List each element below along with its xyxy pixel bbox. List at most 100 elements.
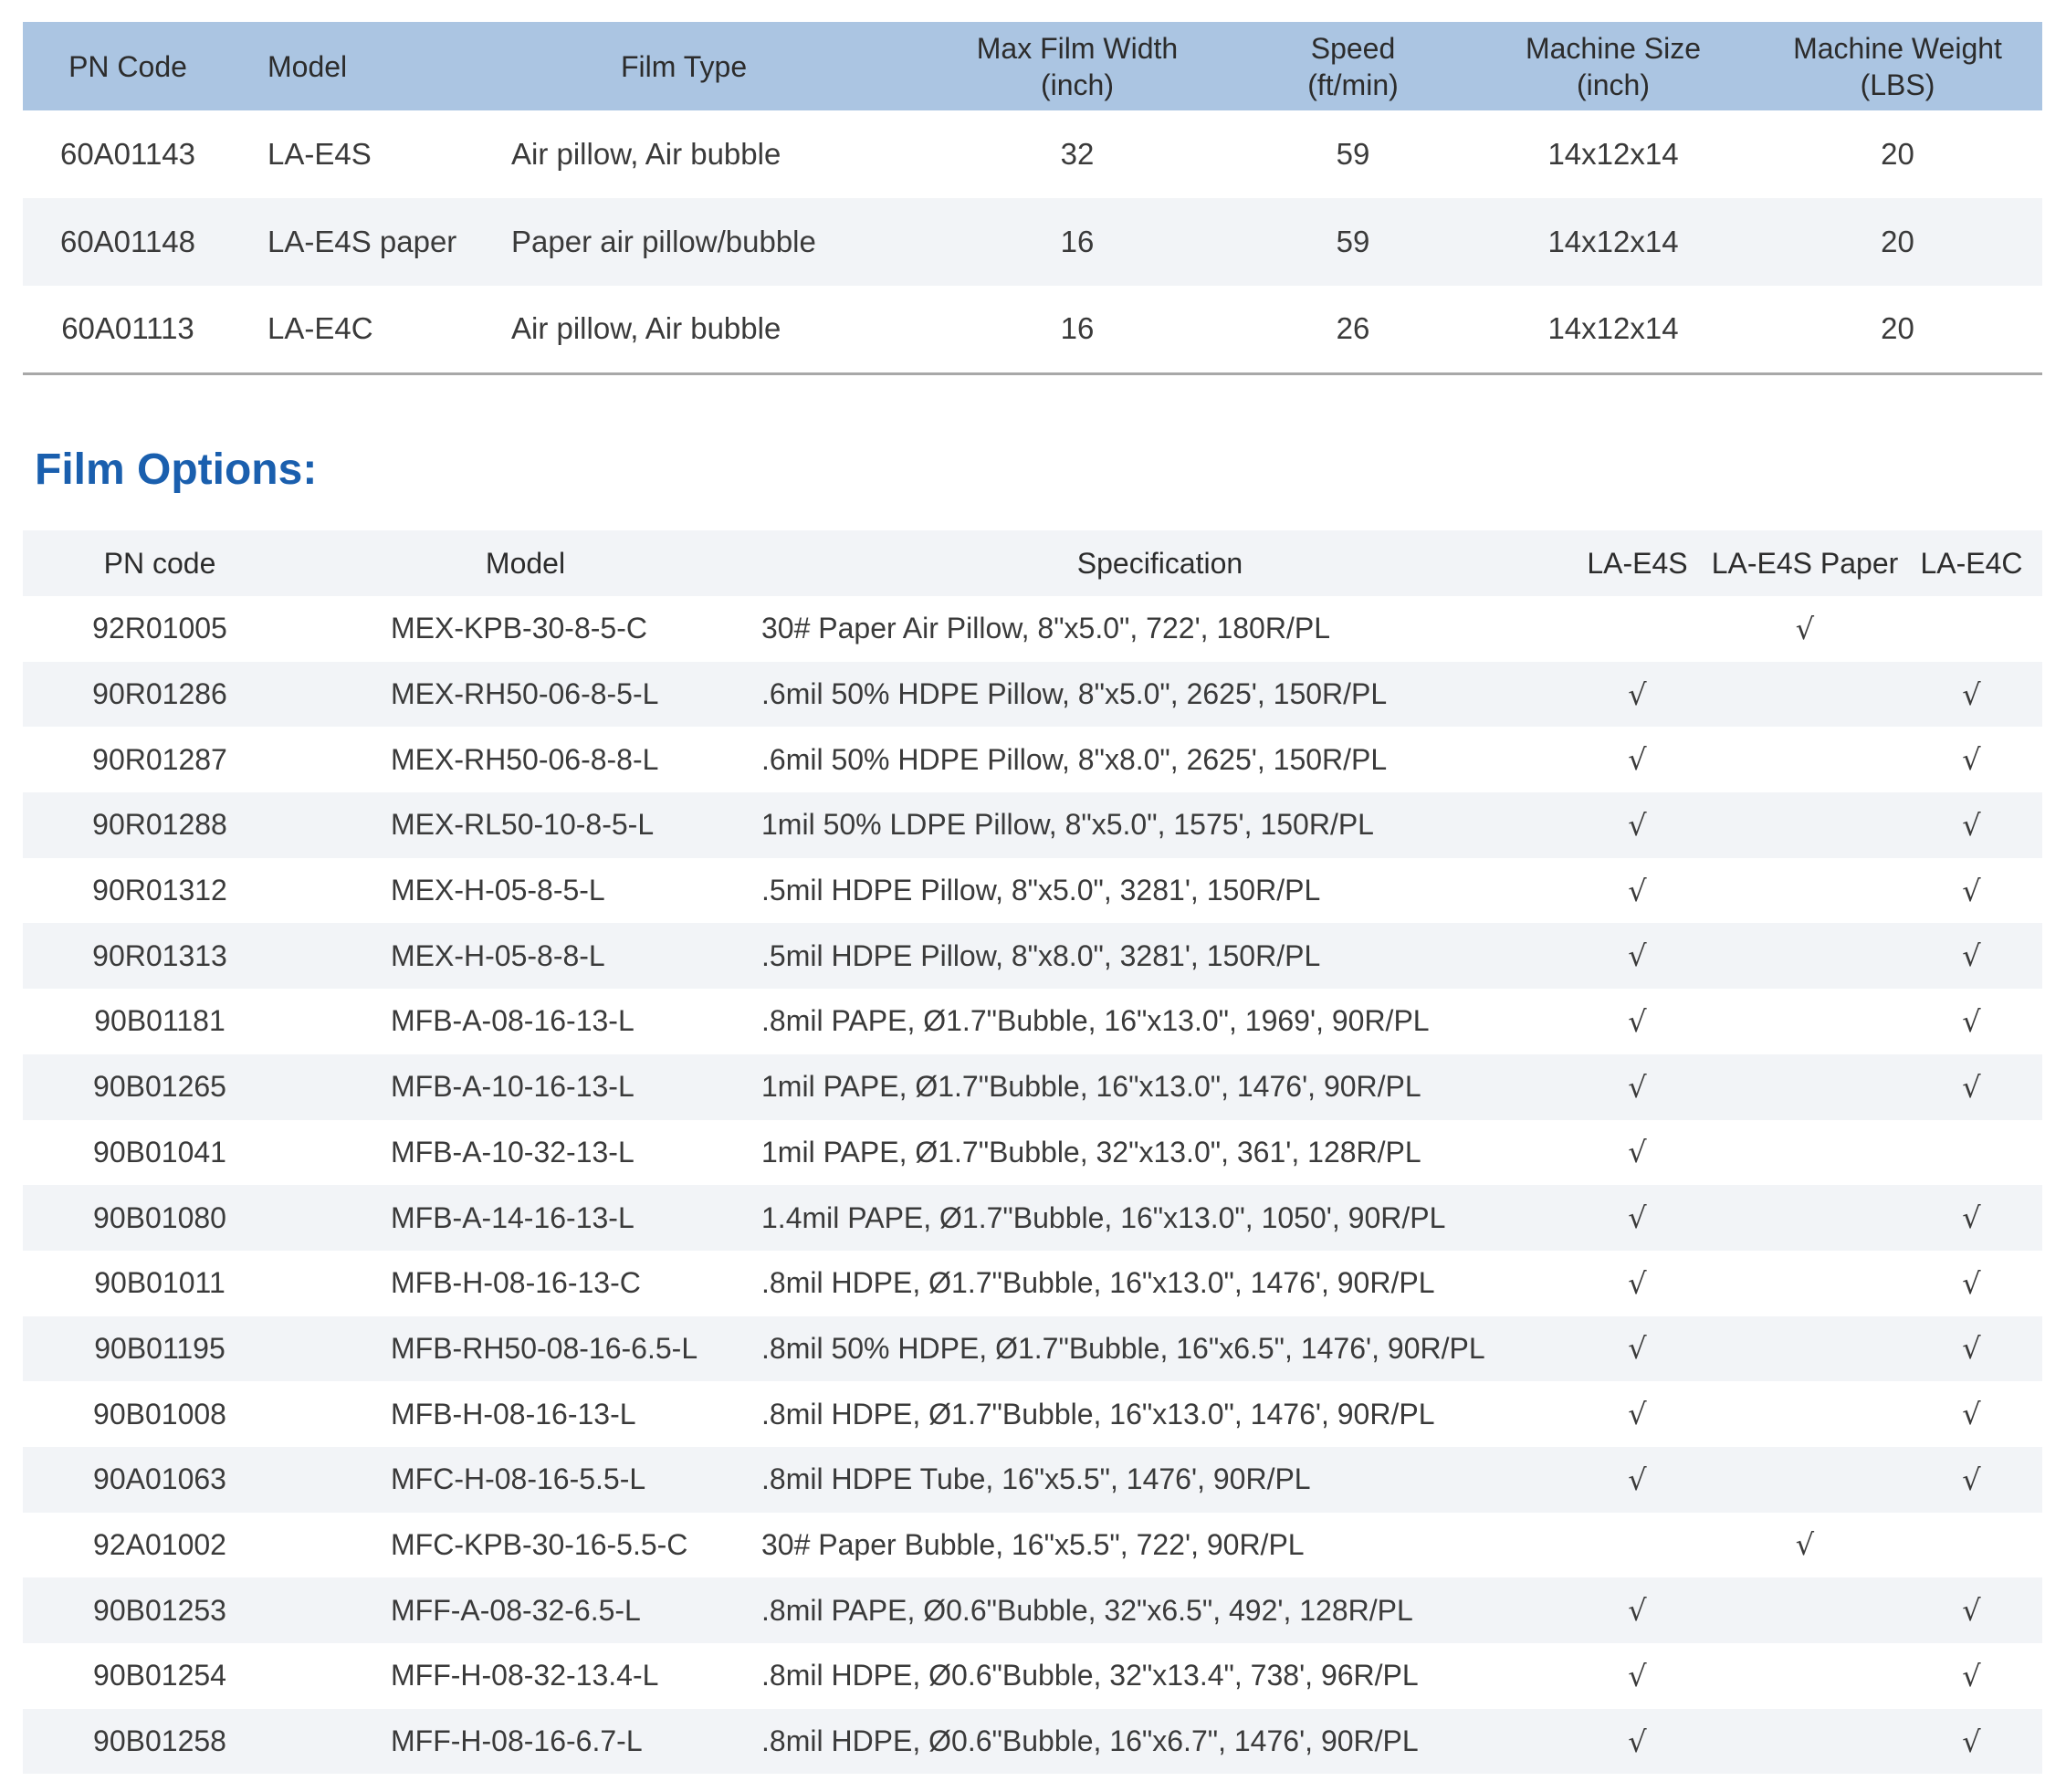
film-table-row: 90B01181 MFB-A-08-16-13-L .8mil PAPE, Ø1.7… bbox=[23, 989, 2042, 1054]
la-e4s-paper-compat-cell: √ bbox=[1795, 611, 1815, 646]
pn-code-cell: 90B01181 bbox=[94, 1004, 225, 1038]
specification-cell: .5mil HDPE Pillow, 8"x8.0", 3281', 150R/… bbox=[761, 938, 1321, 972]
specification-cell: 1mil 50% LDPE Pillow, 8"x5.0", 1575', 15… bbox=[761, 808, 1374, 842]
machine-size-cell: 14x12x14 bbox=[1547, 225, 1679, 258]
la-e4s-compat-cell: √ bbox=[1628, 1069, 1647, 1105]
la-e4s-compat-cell: √ bbox=[1628, 1331, 1647, 1367]
la-e4s-paper-compat-cell: √ bbox=[1795, 1527, 1815, 1563]
la-e4c-compat-cell: √ bbox=[1962, 1397, 1981, 1432]
film-table-row: 90B01080 MFB-A-14-16-13-L 1.4mil PAPE, Ø1.… bbox=[23, 1185, 2042, 1251]
machine-specs-table: PN Code Model Film Type Max Film Width (i… bbox=[23, 22, 2042, 375]
specification-cell: .6mil 50% HDPE Pillow, 8"x8.0", 2625', 1… bbox=[761, 742, 1388, 776]
specification-cell: .8mil HDPE Tube, 16"x5.5", 1476', 90R/PL bbox=[761, 1462, 1311, 1496]
machine-table-row: 60A01148 LA-E4S paper Paper air pillow/bub… bbox=[23, 198, 2042, 286]
pn-code-cell: 60A01113 bbox=[23, 286, 233, 375]
model-cell: MEX-H-05-8-5-L bbox=[391, 874, 605, 907]
pn-code-cell: 90B01041 bbox=[93, 1135, 226, 1168]
model-cell: MFC-H-08-16-5.5-L bbox=[391, 1462, 646, 1496]
la-e4c-compat-cell: √ bbox=[1962, 807, 1981, 843]
la-e4s-paper-compat-cell bbox=[1709, 989, 1901, 1054]
film-table-header-row: PN code Model Specification LA-E4S LA-E4… bbox=[23, 530, 2042, 596]
la-e4c-compat-cell: √ bbox=[1962, 676, 1981, 712]
header-machine-size: Machine Size (inch) bbox=[1525, 31, 1702, 101]
model-cell: MFB-A-10-16-13-L bbox=[391, 1070, 634, 1104]
speed-cell: 59 bbox=[1336, 137, 1370, 171]
specification-cell: 1mil PAPE, Ø1.7"Bubble, 16"x13.0", 1476'… bbox=[761, 1070, 1421, 1104]
pn-code-cell: 60A01143 bbox=[59, 137, 196, 171]
la-e4c-compat-cell: √ bbox=[1962, 1200, 1981, 1236]
specification-cell: 1.4mil PAPE, Ø1.7"Bubble, 16"x13.0", 105… bbox=[761, 1200, 1446, 1234]
la-e4s-paper-compat-cell bbox=[1709, 1316, 1901, 1382]
la-e4s-compat-cell: √ bbox=[1628, 938, 1647, 974]
la-e4s-paper-compat-cell bbox=[1709, 1709, 1901, 1775]
film-table-row: 90B01008 MFB-H-08-16-13-L .8mil HDPE, Ø1.7… bbox=[23, 1381, 2042, 1447]
la-e4c-compat-cell: √ bbox=[1962, 1069, 1981, 1105]
pn-code-cell: 90B01195 bbox=[94, 1331, 225, 1365]
la-e4s-compat-cell: √ bbox=[1628, 676, 1647, 712]
model-cell: MEX-KPB-30-8-5-C bbox=[391, 612, 647, 645]
la-e4c-compat-cell: √ bbox=[1962, 1265, 1981, 1301]
la-e4s-paper-compat-cell bbox=[1709, 1643, 1901, 1709]
speed-cell: 59 bbox=[1336, 225, 1370, 258]
model-cell: MFB-H-08-16-13-C bbox=[391, 1266, 641, 1300]
specification-cell: .8mil HDPE, Ø0.6"Bubble, 16"x6.7", 1476'… bbox=[761, 1724, 1419, 1758]
la-e4s-paper-compat-cell bbox=[1709, 727, 1901, 792]
la-e4s-paper-compat-cell bbox=[1709, 1120, 1901, 1186]
header-specification: Specification bbox=[1076, 546, 1243, 580]
la-e4s-paper-compat-cell bbox=[1709, 1577, 1901, 1643]
machine-weight-cell: 20 bbox=[1881, 137, 1914, 171]
pn-code-cell: 90B01011 bbox=[94, 1266, 225, 1300]
film-table-row: 90B01254 MFF-H-08-32-13.4-L .8mil HDPE, Ø0… bbox=[23, 1643, 2042, 1709]
specification-cell: 30# Paper Air Pillow, 8"x5.0", 722', 180… bbox=[761, 612, 1330, 645]
machine-table-row: 60A01113 LA-E4C Air pillow, Air bubble 16 26… bbox=[23, 286, 2042, 375]
la-e4s-paper-compat-cell bbox=[1709, 1447, 1901, 1513]
film-options-title: Film Options: bbox=[35, 445, 318, 494]
model-cell: MFB-H-08-16-13-L bbox=[391, 1397, 636, 1430]
film-table-row: 90R01313 MEX-H-05-8-8-L .5mil HDPE Pillow,… bbox=[23, 923, 2042, 990]
film-type-cell: Air pillow, Air bubble bbox=[511, 137, 781, 171]
la-e4s-paper-compat-cell bbox=[1709, 662, 1901, 728]
header-la-e4s: LA-E4S bbox=[1587, 546, 1688, 580]
la-e4s-compat-cell: √ bbox=[1628, 1003, 1647, 1039]
pn-code-cell: 92R01005 bbox=[92, 612, 227, 645]
machine-weight-cell: 20 bbox=[1881, 225, 1914, 258]
film-table-row: 90B01258 MFF-H-08-16-6.7-L .8mil HDPE, Ø0.… bbox=[23, 1708, 2042, 1775]
specification-cell: .6mil 50% HDPE Pillow, 8"x5.0", 2625', 1… bbox=[761, 677, 1388, 711]
specification-cell: .8mil PAPE, Ø0.6"Bubble, 32"x6.5", 492',… bbox=[761, 1593, 1413, 1627]
film-table-row: 90B01265 MFB-A-10-16-13-L 1mil PAPE, Ø1.7"… bbox=[23, 1053, 2042, 1120]
specification-cell: .8mil HDPE, Ø1.7"Bubble, 16"x13.0", 1476… bbox=[761, 1266, 1435, 1300]
la-e4s-compat-cell: √ bbox=[1628, 873, 1647, 908]
header-model: Model bbox=[485, 546, 566, 580]
machine-table-row: 60A01143 LA-E4S Air pillow, Air bubble 32 59… bbox=[23, 110, 2042, 198]
pn-code-cell: 90R01312 bbox=[92, 874, 227, 907]
header-film-type: Film Type bbox=[621, 49, 748, 83]
model-cell: MFF-A-08-32-6.5-L bbox=[391, 1593, 641, 1627]
la-e4s-compat-cell: √ bbox=[1628, 1200, 1647, 1236]
model-cell: MEX-RL50-10-8-5-L bbox=[391, 808, 655, 842]
pn-code-cell: 90B01253 bbox=[93, 1593, 226, 1627]
la-e4c-compat-cell: √ bbox=[1962, 742, 1981, 778]
specification-cell: .8mil PAPE, Ø1.7"Bubble, 16"x13.0", 1969… bbox=[761, 1004, 1430, 1038]
header-max-film-width: Max Film Width (inch) bbox=[976, 31, 1179, 101]
specification-cell: .8mil HDPE, Ø1.7"Bubble, 16"x13.0", 1476… bbox=[761, 1397, 1435, 1430]
model-cell: MFC-KPB-30-16-5.5-C bbox=[391, 1527, 688, 1561]
model-cell: MFB-A-14-16-13-L bbox=[391, 1200, 634, 1234]
specification-cell: .8mil 50% HDPE, Ø1.7"Bubble, 16"x6.5", 1… bbox=[761, 1331, 1485, 1365]
header-pn-code: PN Code bbox=[68, 49, 187, 83]
model-cell: LA-E4C bbox=[233, 286, 498, 375]
film-table-row: 90R01286 MEX-RH50-06-8-5-L .6mil 50% HDPE … bbox=[23, 661, 2042, 728]
model-cell: MFF-H-08-32-13.4-L bbox=[391, 1659, 659, 1692]
model-cell: MFB-A-10-32-13-L bbox=[391, 1135, 634, 1168]
machine-size-cell: 14x12x14 bbox=[1473, 286, 1753, 375]
specification-cell: 30# Paper Bubble, 16"x5.5", 722', 90R/PL bbox=[761, 1527, 1305, 1561]
la-e4c-compat-cell: √ bbox=[1962, 938, 1981, 974]
film-table-row: 92R01005 MEX-KPB-30-8-5-C 30# Paper Air Pi… bbox=[23, 596, 2042, 662]
pn-code-cell: 90R01287 bbox=[92, 742, 227, 776]
la-e4s-paper-compat-cell bbox=[1709, 1185, 1901, 1251]
film-table-row: 90R01312 MEX-H-05-8-5-L .5mil HDPE Pillow,… bbox=[23, 858, 2042, 924]
pn-code-cell: 90B01254 bbox=[93, 1659, 226, 1692]
header-pn-code: PN code bbox=[103, 546, 216, 580]
la-e4s-compat-cell bbox=[1566, 596, 1709, 662]
pn-code-cell: 90B01008 bbox=[93, 1397, 226, 1430]
la-e4s-paper-compat-cell bbox=[1709, 1054, 1901, 1120]
